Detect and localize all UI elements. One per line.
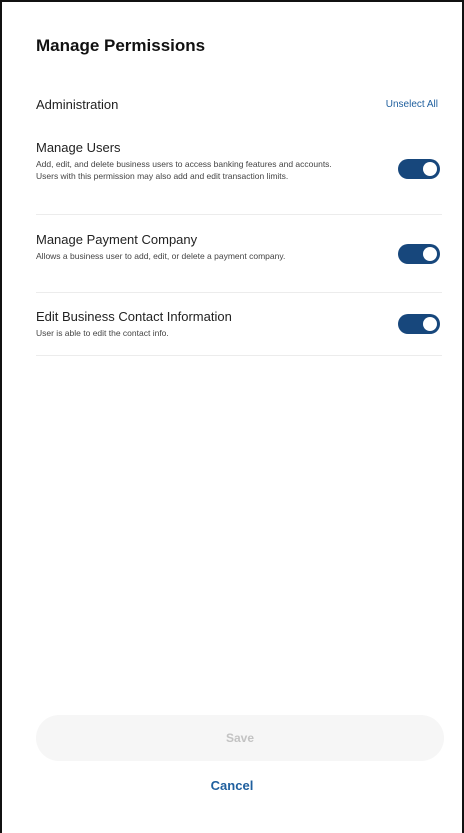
section-title: Administration bbox=[36, 97, 119, 112]
cancel-button[interactable]: Cancel bbox=[2, 778, 462, 793]
permission-text: Manage Payment Company Allows a business… bbox=[36, 232, 336, 262]
save-button[interactable]: Save bbox=[36, 715, 444, 761]
permission-title: Manage Users bbox=[36, 140, 121, 155]
toggle-manage-payment-company[interactable] bbox=[398, 244, 440, 264]
toggle-edit-business-contact[interactable] bbox=[398, 314, 440, 334]
page-title: Manage Permissions bbox=[36, 36, 206, 55]
toggle-knob bbox=[423, 317, 437, 331]
permission-item-manage-payment-company: Manage Payment Company Allows a business… bbox=[36, 232, 442, 293]
manage-permissions-screen: Manage Permissions Administration Unsele… bbox=[0, 0, 464, 833]
permission-text: Edit Business Contact Information User i… bbox=[36, 309, 336, 339]
toggle-knob bbox=[423, 162, 437, 176]
permission-title: Edit Business Contact Information bbox=[36, 309, 232, 324]
toggle-knob bbox=[423, 247, 437, 261]
permission-description: Allows a business user to add, edit, or … bbox=[36, 251, 286, 261]
permission-item-manage-users: Manage Users Add, edit, and delete busin… bbox=[36, 140, 442, 215]
permission-description: Add, edit, and delete business users to … bbox=[36, 159, 332, 181]
section-header-administration: Administration Unselect All bbox=[36, 97, 438, 112]
permission-text: Manage Users Add, edit, and delete busin… bbox=[36, 140, 336, 182]
unselect-all-link[interactable]: Unselect All bbox=[386, 99, 438, 110]
toggle-manage-users[interactable] bbox=[398, 159, 440, 179]
permission-title: Manage Payment Company bbox=[36, 232, 198, 247]
permission-description: User is able to edit the contact info. bbox=[36, 328, 169, 338]
permission-item-edit-business-contact: Edit Business Contact Information User i… bbox=[36, 309, 442, 356]
